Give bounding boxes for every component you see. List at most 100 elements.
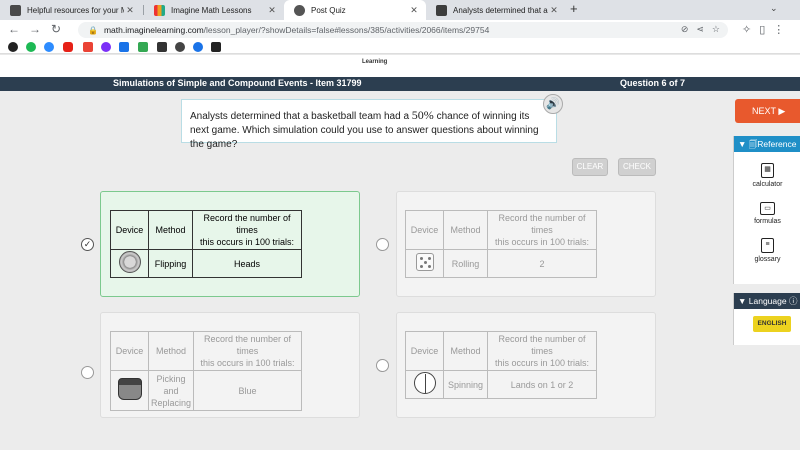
bookmark-icon[interactable]: [175, 42, 185, 52]
browser-tab-3[interactable]: Post Quiz ✕: [284, 0, 426, 20]
english-button[interactable]: ENGLISH: [753, 316, 791, 332]
activity-header: Simulations of Simple and Compound Event…: [0, 77, 800, 91]
device-header: Device: [110, 331, 149, 371]
close-icon[interactable]: ✕: [548, 5, 560, 16]
method-header: Method: [443, 331, 488, 371]
puzzle-icon[interactable]: ✧: [742, 23, 751, 36]
check-button[interactable]: CHECK: [618, 158, 656, 176]
reload-icon[interactable]: ↻: [51, 22, 61, 36]
record-header: Record the number of times this occurs in …: [192, 210, 302, 250]
address-bar[interactable]: 🔒 math.imaginelearning.com/lesson_player…: [78, 22, 728, 38]
tab-favicon-icon: [436, 4, 447, 16]
method-cell: Spinning: [443, 370, 488, 399]
option-2-radio[interactable]: [376, 238, 389, 251]
info-icon[interactable]: ⓘ: [789, 296, 798, 306]
option-1-table: Device Method Record the number of times t…: [110, 210, 302, 278]
tab-favicon-icon: [10, 4, 21, 16]
tab-title: Post Quiz: [311, 5, 346, 15]
question-counter: Question 6 of 7: [620, 78, 686, 88]
speaker-icon[interactable]: 🔊: [543, 94, 563, 114]
method-cell: Picking and Replacing: [147, 370, 195, 411]
menu-icon[interactable]: ⋮: [773, 23, 784, 36]
option-4-table: Device Method Record the number of times t…: [405, 331, 597, 399]
reference-panel: ▼ 🗐Reference ▦ calculator ▭ formulas ≡ g…: [733, 136, 800, 284]
option-1-radio[interactable]: ✓: [81, 238, 94, 251]
method-cell: Rolling: [443, 249, 488, 278]
forward-icon[interactable]: →: [29, 22, 41, 36]
lock-icon: 🔒: [88, 25, 98, 35]
bookmark-icon[interactable]: [193, 42, 203, 52]
device-cell: [405, 249, 444, 278]
calculator-label: calculator: [752, 181, 783, 188]
close-icon[interactable]: ✕: [124, 5, 136, 16]
coin-icon: [118, 251, 141, 273]
device-cell: [405, 370, 444, 399]
formulas-label: formulas: [754, 218, 781, 225]
next-button[interactable]: NEXT ▶: [735, 99, 800, 123]
bookmark-icon[interactable]: [157, 42, 167, 52]
method-header: Method: [148, 210, 193, 250]
new-tab-icon[interactable]: +: [570, 1, 578, 16]
option-2-table: Device Method Record the number of times t…: [405, 210, 597, 278]
close-icon[interactable]: ✕: [266, 5, 278, 16]
back-icon[interactable]: ←: [8, 22, 20, 36]
glossary-icon: ≡: [761, 238, 774, 253]
record-header: Record the number of times this occurs in …: [487, 210, 597, 250]
browser-tab-1[interactable]: Helpful resources for your Mark ✕: [0, 0, 142, 20]
bookmark-icon[interactable]: [211, 42, 221, 52]
result-cell: Heads: [192, 249, 302, 278]
camera-off-icon[interactable]: ⊘: [681, 24, 689, 35]
glossary-label: glossary: [754, 256, 781, 263]
tab-title: Imagine Math Lessons: [171, 5, 252, 15]
url-text: math.imaginelearning.com/lesson_player/?…: [103, 25, 490, 35]
option-3-table: Device Method Record the number of times t…: [110, 331, 302, 411]
result-cell: Blue: [193, 370, 302, 411]
option-3-radio[interactable]: [81, 366, 94, 379]
record-header: Record the number of times this occurs in …: [487, 331, 597, 371]
calculator-icon: ▦: [761, 163, 774, 178]
bookmarks-bar: [0, 40, 800, 54]
result-cell: Lands on 1 or 2: [487, 370, 597, 399]
tab-title: Analysts determined that a bask: [453, 5, 548, 15]
tab-favicon-icon: [154, 4, 165, 16]
hat-icon: [117, 378, 142, 400]
result-cell: 2: [487, 249, 597, 278]
device-header: Device: [405, 331, 444, 371]
device-cell: [110, 370, 149, 411]
reference-toggle[interactable]: ▼ 🗐Reference: [734, 136, 800, 152]
bookmark-icon[interactable]: [83, 42, 93, 52]
browser-tab-2[interactable]: Imagine Math Lessons ✕: [144, 0, 284, 20]
close-icon[interactable]: ✕: [408, 5, 420, 16]
device-header: Device: [110, 210, 149, 250]
die-icon: [415, 253, 434, 271]
option-4-radio[interactable]: [376, 359, 389, 372]
bookmark-icon[interactable]: [101, 42, 111, 52]
method-header: Method: [147, 331, 195, 371]
bookmark-icon[interactable]: [63, 42, 73, 52]
glossary-tool[interactable]: ≡ glossary: [734, 238, 800, 263]
clear-button[interactable]: CLEAR: [572, 158, 608, 176]
bookmark-icon[interactable]: [44, 42, 54, 52]
device-header: Device: [405, 210, 444, 250]
method-cell: Flipping: [148, 249, 193, 278]
language-toggle[interactable]: ▼ Language ⓘ: [734, 293, 800, 309]
method-header: Method: [443, 210, 488, 250]
sidebar-icon[interactable]: ▯: [759, 23, 765, 36]
activity-title: Simulations of Simple and Compound Event…: [113, 78, 362, 88]
star-icon[interactable]: ☆: [712, 24, 720, 35]
share-icon[interactable]: ⋖: [696, 24, 704, 35]
browser-tab-strip: Helpful resources for your Mark ✕ Imagin…: [0, 0, 800, 20]
chevron-down-icon[interactable]: ⌄: [770, 3, 778, 14]
tab-title: Helpful resources for your Mark: [27, 5, 124, 15]
bookmark-icon[interactable]: [138, 42, 148, 52]
bookmark-icon[interactable]: [119, 42, 129, 52]
bookmark-icon[interactable]: [8, 42, 18, 52]
calculator-tool[interactable]: ▦ calculator: [734, 163, 800, 188]
spinner-icon: [413, 372, 436, 394]
question-prompt: Analysts determined that a basketball te…: [181, 99, 557, 150]
extension-toolbar: ✧ ▯ ⋮: [742, 23, 784, 36]
bookmark-icon[interactable]: [26, 42, 36, 52]
browser-tab-4[interactable]: Analysts determined that a bask ✕: [426, 0, 566, 20]
formulas-tool[interactable]: ▭ formulas: [734, 202, 800, 225]
language-panel: ▼ Language ⓘ ENGLISH: [733, 293, 800, 345]
